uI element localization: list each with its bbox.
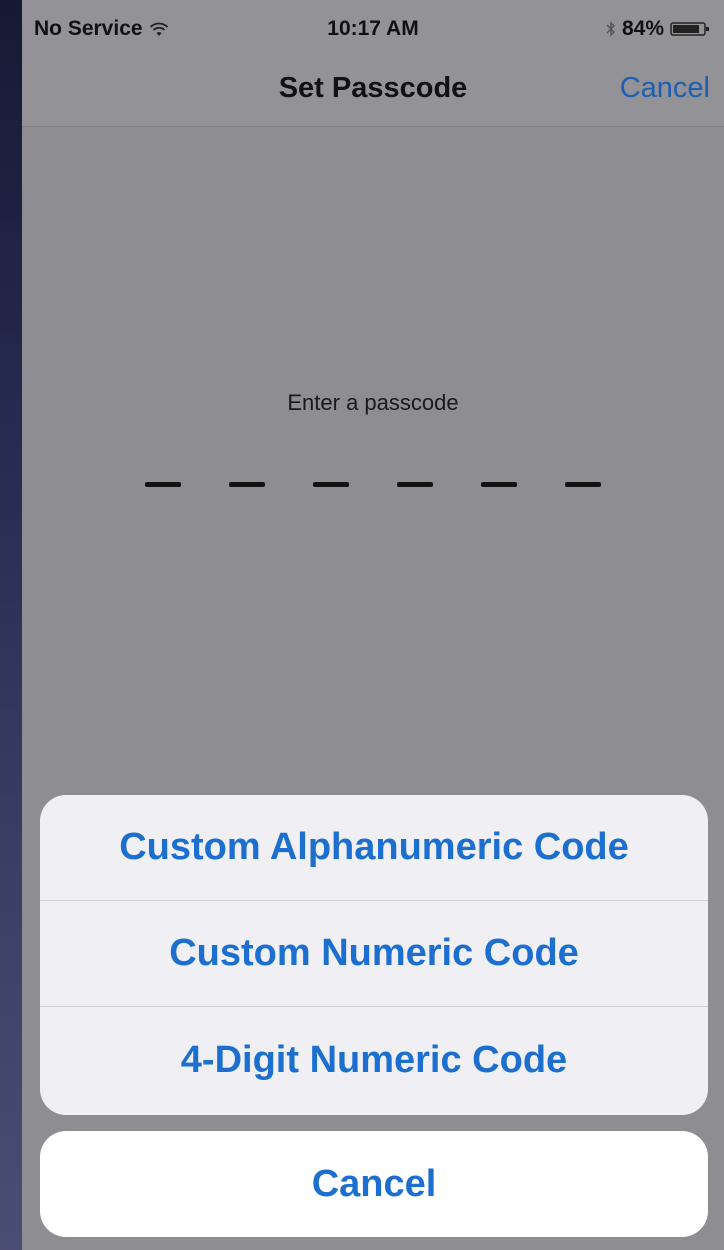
passcode-options-sheet: Custom Alphanumeric Code Custom Numeric … <box>40 795 708 1115</box>
passcode-digit-placeholders[interactable] <box>145 482 605 492</box>
passcode-prompt: Enter a passcode <box>287 390 459 415</box>
digit-placeholder <box>229 482 265 487</box>
four-digit-numeric-code-option[interactable]: 4-Digit Numeric Code <box>40 1007 708 1113</box>
custom-numeric-code-option[interactable]: Custom Numeric Code <box>40 901 708 1007</box>
sheet-cancel-button[interactable]: Cancel <box>40 1131 708 1237</box>
digit-placeholder <box>145 482 181 487</box>
custom-alphanumeric-code-option[interactable]: Custom Alphanumeric Code <box>40 795 708 901</box>
status-right: 84% <box>606 17 710 41</box>
battery-percent: 84% <box>621 17 664 40</box>
nav-cancel-button[interactable]: Cancel <box>620 72 710 105</box>
battery-icon <box>670 22 709 36</box>
phone-screen: No Service 10:17 AM 84% Set Passcode Can… <box>22 0 724 1250</box>
digit-placeholder <box>397 482 433 487</box>
page-title: Set Passcode <box>278 72 468 104</box>
digit-placeholder <box>565 482 601 487</box>
bluetooth-icon <box>606 21 615 37</box>
navigation-bar: Set Passcode Cancel <box>22 52 724 127</box>
digit-placeholder <box>313 482 349 487</box>
status-bar: No Service 10:17 AM 84% <box>22 0 724 52</box>
digit-placeholder <box>481 482 517 487</box>
